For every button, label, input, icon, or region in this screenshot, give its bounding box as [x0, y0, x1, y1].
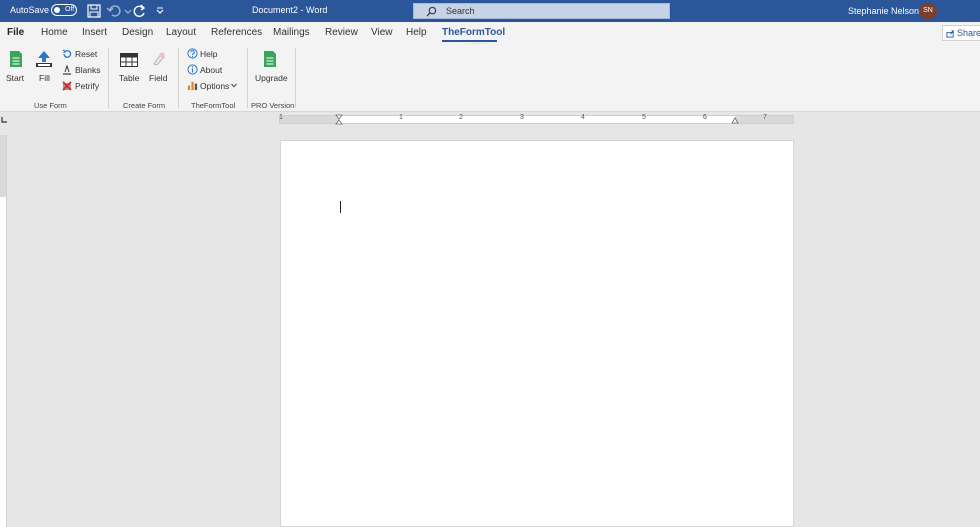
- left-indent-marker[interactable]: [335, 114, 343, 126]
- group-divider: [295, 48, 296, 108]
- search-placeholder: Search: [446, 6, 475, 16]
- document-page[interactable]: [280, 140, 794, 527]
- theformtool-group-label: TheFormTool: [191, 101, 236, 110]
- ribbon-panel: Start Fill Reset Blanks Petrify Use Form…: [0, 44, 980, 112]
- tab-insert[interactable]: Insert: [82, 27, 107, 38]
- share-label: Share: [957, 28, 980, 38]
- group-divider: [178, 48, 179, 108]
- tab-view[interactable]: View: [371, 27, 393, 38]
- options-icon[interactable]: [187, 80, 198, 91]
- tab-review[interactable]: Review: [325, 27, 358, 38]
- chevron-down-icon[interactable]: [231, 83, 237, 88]
- tab-help[interactable]: Help: [406, 27, 427, 38]
- fill-form-icon[interactable]: [35, 50, 53, 68]
- save-icon[interactable]: [86, 3, 102, 19]
- group-divider: [247, 48, 248, 108]
- ruler-number: 1: [399, 114, 403, 121]
- title-bar: AutoSave Off Document2 - Word Search Ste…: [0, 0, 980, 22]
- ruler-number: 6: [703, 114, 707, 121]
- blanks-button-label[interactable]: Blanks: [75, 65, 101, 75]
- right-indent-marker[interactable]: [731, 116, 739, 124]
- avatar[interactable]: SN: [919, 3, 937, 19]
- share-icon: [946, 30, 954, 38]
- help-button-label[interactable]: Help: [200, 49, 217, 59]
- search-box[interactable]: Search: [413, 3, 670, 19]
- autosave-label: AutoSave: [10, 5, 50, 15]
- ribbon-tab-row: File Home Insert Design Layout Reference…: [0, 22, 980, 80]
- field-button-label[interactable]: Field: [149, 73, 167, 83]
- ruler-top-margin: [0, 135, 6, 197]
- reset-icon[interactable]: [62, 49, 72, 59]
- blanks-icon[interactable]: [62, 65, 72, 75]
- help-icon[interactable]: [187, 48, 198, 59]
- redo-icon[interactable]: [132, 3, 148, 19]
- table-button-label[interactable]: Table: [119, 73, 139, 83]
- reset-button-label[interactable]: Reset: [75, 49, 97, 59]
- ruler-number: 7: [763, 114, 767, 121]
- tab-mailings[interactable]: Mailings: [273, 27, 310, 38]
- tab-references[interactable]: References: [211, 27, 262, 38]
- share-button[interactable]: Share: [942, 25, 980, 41]
- field-icon[interactable]: [151, 51, 167, 67]
- tab-home[interactable]: Home: [41, 27, 68, 38]
- create-form-group-label: Create Form: [123, 101, 166, 110]
- info-icon[interactable]: [187, 64, 198, 75]
- fill-button-label[interactable]: Fill: [39, 73, 50, 83]
- start-form-icon[interactable]: [9, 50, 23, 68]
- autosave-toggle[interactable]: Off: [51, 4, 77, 16]
- tab-stop-selector-icon[interactable]: [0, 116, 8, 124]
- customize-toolbar-icon[interactable]: [152, 3, 168, 19]
- ruler-number: 3: [520, 114, 524, 121]
- vertical-ruler[interactable]: [0, 135, 7, 527]
- petrify-icon[interactable]: [62, 81, 72, 91]
- options-button-label[interactable]: Options: [200, 81, 229, 91]
- table-icon[interactable]: [120, 53, 138, 67]
- tab-layout[interactable]: Layout: [166, 27, 196, 38]
- user-name[interactable]: Stephanie Nelson: [848, 6, 919, 16]
- start-button-label[interactable]: Start: [6, 73, 24, 83]
- search-icon: [426, 6, 437, 17]
- petrify-button-label[interactable]: Petrify: [75, 81, 99, 91]
- ruler-number: 2: [459, 114, 463, 121]
- document-title: Document2 - Word: [252, 5, 328, 15]
- tab-file[interactable]: File: [7, 27, 24, 38]
- ruler-number: 4: [581, 114, 585, 121]
- pro-version-group-label: PRO Version: [251, 101, 295, 110]
- text-cursor: [340, 201, 341, 213]
- ruler-left-margin: [280, 116, 339, 123]
- use-form-group-label: Use Form: [34, 101, 67, 110]
- upgrade-icon[interactable]: [263, 50, 277, 68]
- tab-theformtool[interactable]: TheFormTool: [442, 27, 505, 38]
- ruler-number: 5: [642, 114, 646, 121]
- horizontal-ruler[interactable]: 1 1 2 3 4 5 6 7: [279, 114, 794, 126]
- upgrade-button-label[interactable]: Upgrade: [255, 73, 288, 83]
- ruler-number: 1: [279, 114, 283, 121]
- tab-design[interactable]: Design: [122, 27, 153, 38]
- group-divider: [108, 48, 109, 108]
- active-tab-underline: [442, 40, 497, 42]
- about-button-label[interactable]: About: [200, 65, 222, 75]
